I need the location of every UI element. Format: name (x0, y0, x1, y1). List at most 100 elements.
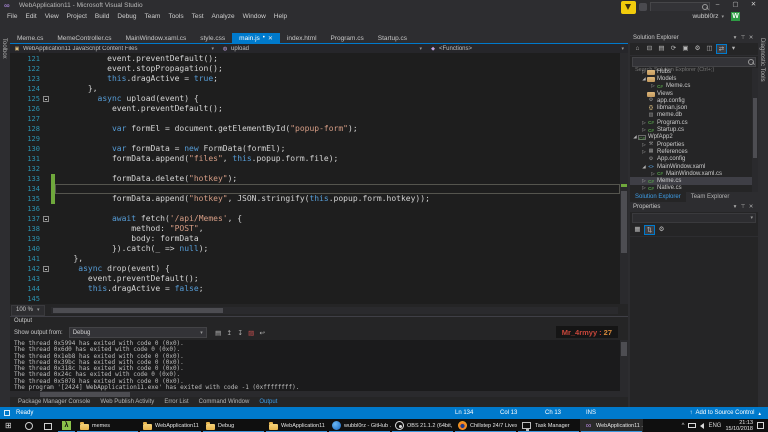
close-tab-icon[interactable]: ✕ (268, 35, 273, 42)
navbar-project-dropdown[interactable]: ▣ WebApplication11 JavaScript Content Fi… (10, 44, 218, 53)
window-position-icon[interactable]: ▾ (731, 35, 739, 41)
editor-line-121[interactable]: 121 event.preventDefault(); (10, 54, 620, 64)
editor-line-123[interactable]: 123 this.dragActive = true; (10, 74, 620, 84)
editor-line-134[interactable]: 134 (10, 184, 620, 194)
breakpoint-margin[interactable] (10, 284, 18, 294)
search-button[interactable] (19, 419, 38, 432)
close-button[interactable]: ✕ (746, 0, 761, 10)
messages-list-icon[interactable]: ▤ (213, 329, 224, 337)
editor-line-130[interactable]: 130 var formData = new FormData(formEl); (10, 144, 620, 154)
tree-item-references[interactable]: ▷ ▦ References (630, 148, 758, 155)
editor-zoom-dropdown[interactable]: 100 % ▾ (11, 304, 45, 316)
tree-item-libman-json[interactable]: {} libman.json (630, 104, 758, 112)
tree-item-meme-cs[interactable]: ▷ C# Meme.cs (630, 83, 758, 90)
properties-object-dropdown[interactable]: ▾ (632, 213, 756, 223)
editor-line-126[interactable]: 126 event.preventDefault(); (10, 104, 620, 114)
breakpoint-margin[interactable] (10, 74, 18, 84)
menu-team[interactable]: Team (141, 11, 165, 22)
tree-item-mainwindow-xaml[interactable]: ◢ <> MainWindow.xaml (630, 163, 758, 170)
menu-analyze[interactable]: Analyze (208, 11, 239, 22)
editor-line-129[interactable]: 129 (10, 134, 620, 144)
status-character-number[interactable]: Ch 13 (545, 410, 561, 416)
editor-line-142[interactable]: 142 async drop(event) { (10, 264, 620, 274)
toolbox-rail[interactable]: Toolbox (0, 33, 10, 407)
panel-tab-command-window[interactable]: Command Window (195, 397, 254, 407)
tab-memecontroller-cs[interactable]: MemeController.cs (50, 33, 118, 43)
breakpoint-margin[interactable] (10, 184, 18, 194)
tree-item-properties[interactable]: ▷ ⚒ Properties (630, 141, 758, 148)
collapse-region-icon[interactable] (43, 96, 49, 102)
explorer-memes-button[interactable]: memes (76, 419, 139, 432)
tree-item-app-config[interactable]: ⚙ App.config (630, 156, 758, 163)
breakpoint-margin[interactable] (10, 244, 18, 254)
task-manager-button[interactable]: Task Manager (517, 419, 580, 432)
close-icon[interactable]: ✕ (747, 204, 755, 210)
editor-line-128[interactable]: 128 var formEl = document.getElementById… (10, 124, 620, 134)
editor-line-145[interactable]: 145 (10, 294, 620, 304)
editor-vertical-scrollbar[interactable] (620, 53, 628, 304)
action-center-icon[interactable] (757, 422, 764, 429)
menu-view[interactable]: View (41, 11, 63, 22)
breakpoint-margin[interactable] (10, 154, 18, 164)
breakpoint-margin[interactable] (10, 194, 18, 204)
tray-expand-icon[interactable]: ^ (682, 423, 685, 429)
tree-item-program-cs[interactable]: ▷ C# Program.cs (630, 119, 758, 126)
output-text-area[interactable]: The thread 0x5994 has exited with code 0… (10, 340, 620, 392)
extension-flask-icon[interactable] (621, 1, 636, 14)
breakpoint-margin[interactable] (10, 124, 18, 134)
panel-tab-output[interactable]: Output (255, 397, 281, 407)
breakpoint-margin[interactable] (10, 144, 18, 154)
speaker-icon[interactable] (700, 422, 705, 429)
panel-tab-error-list[interactable]: Error List (160, 397, 192, 407)
tree-item-meme-cs[interactable]: ▷ C# Meme.cs (630, 177, 758, 185)
breakpoint-margin[interactable] (10, 94, 18, 104)
pin-icon[interactable]: ⊤ (739, 35, 747, 41)
firefox-chillstep-button[interactable]: Chillstep 24/7 Lives... (454, 419, 517, 432)
breakpoint-margin[interactable] (10, 84, 18, 94)
language-indicator[interactable]: ENG (708, 423, 721, 429)
breakpoint-margin[interactable] (10, 54, 18, 64)
menu-file[interactable]: File (3, 11, 21, 22)
tree-item-mainwindow-xaml-cs[interactable]: ▷ C# MainWindow.xaml.cs (630, 170, 758, 177)
menu-debug[interactable]: Debug (113, 11, 140, 22)
start-button[interactable]: ⊞ (0, 419, 19, 432)
breakpoint-margin[interactable] (10, 104, 18, 114)
breakpoint-margin[interactable] (10, 274, 18, 284)
avatar[interactable]: W (731, 12, 740, 21)
breakpoint-margin[interactable] (10, 264, 18, 274)
tree-item-startup-cs[interactable]: ▷ C# Startup.cs (630, 126, 758, 133)
account-menu[interactable]: wubbl0rz ▾ (692, 11, 724, 22)
editor-line-140[interactable]: 140 }).catch(_ => null); (10, 244, 620, 254)
editor-line-135[interactable]: 135 formData.append("hotkey", JSON.strin… (10, 194, 620, 204)
editor-line-144[interactable]: 144 this.dragActive = false; (10, 284, 620, 294)
close-icon[interactable]: ✕ (747, 35, 755, 41)
obs-button[interactable]: OBS 21.1.2 (64bit, ... (391, 419, 454, 432)
tree-item-meme-db[interactable]: ▥ meme.db (630, 112, 758, 119)
tab-meme-cs[interactable]: Meme.cs (10, 33, 50, 43)
sync-with-active-document-icon[interactable]: ⇄ (716, 44, 727, 54)
breakpoint-margin[interactable] (10, 164, 18, 174)
editor-line-143[interactable]: 143 event.preventDefault(); (10, 274, 620, 284)
breakpoint-margin[interactable] (10, 114, 18, 124)
tab-mainwindow-xaml-cs[interactable]: MainWindow.xaml.cs (119, 33, 194, 43)
alphabetical-icon[interactable]: ⇅ (644, 225, 655, 235)
navbar-member-dropdown[interactable]: ◍ upload ▾ (218, 44, 426, 53)
editor-line-138[interactable]: 138 method: "POST", (10, 224, 620, 234)
browser-github-button[interactable]: wubbl0rz - GitHub ... (328, 419, 391, 432)
tree-item-app-config[interactable]: ⚙ app.config (630, 97, 758, 104)
code-editor[interactable]: 121 event.preventDefault(); 122 event.sto… (10, 53, 628, 304)
editor-line-122[interactable]: 122 event.stopPropagation(); (10, 64, 620, 74)
tab-main-js[interactable]: main.js • ✕ (232, 33, 280, 43)
panel-tab-package-manager-console[interactable]: Package Manager Console (14, 397, 94, 407)
visual-studio-button[interactable]: ∞ WebApplication11 ... (580, 419, 643, 432)
editor-line-137[interactable]: 137 await fetch('/api/Memes', { (10, 214, 620, 224)
restore-button[interactable]: ▢ (728, 0, 743, 10)
editor-line-131[interactable]: 131 formData.append("files", this.popup.… (10, 154, 620, 164)
explorer-tab-solution-explorer[interactable]: Solution Explorer (630, 192, 686, 202)
solution-explorer-search-box[interactable] (632, 57, 756, 73)
next-message-icon[interactable]: ↧ (235, 329, 246, 337)
breakpoint-margin[interactable] (10, 174, 18, 184)
fold-margin[interactable] (42, 264, 51, 274)
preview-selected-icon[interactable]: ◫ (704, 44, 715, 54)
tree-item-hubs[interactable]: ▷ Hubs (630, 68, 758, 75)
